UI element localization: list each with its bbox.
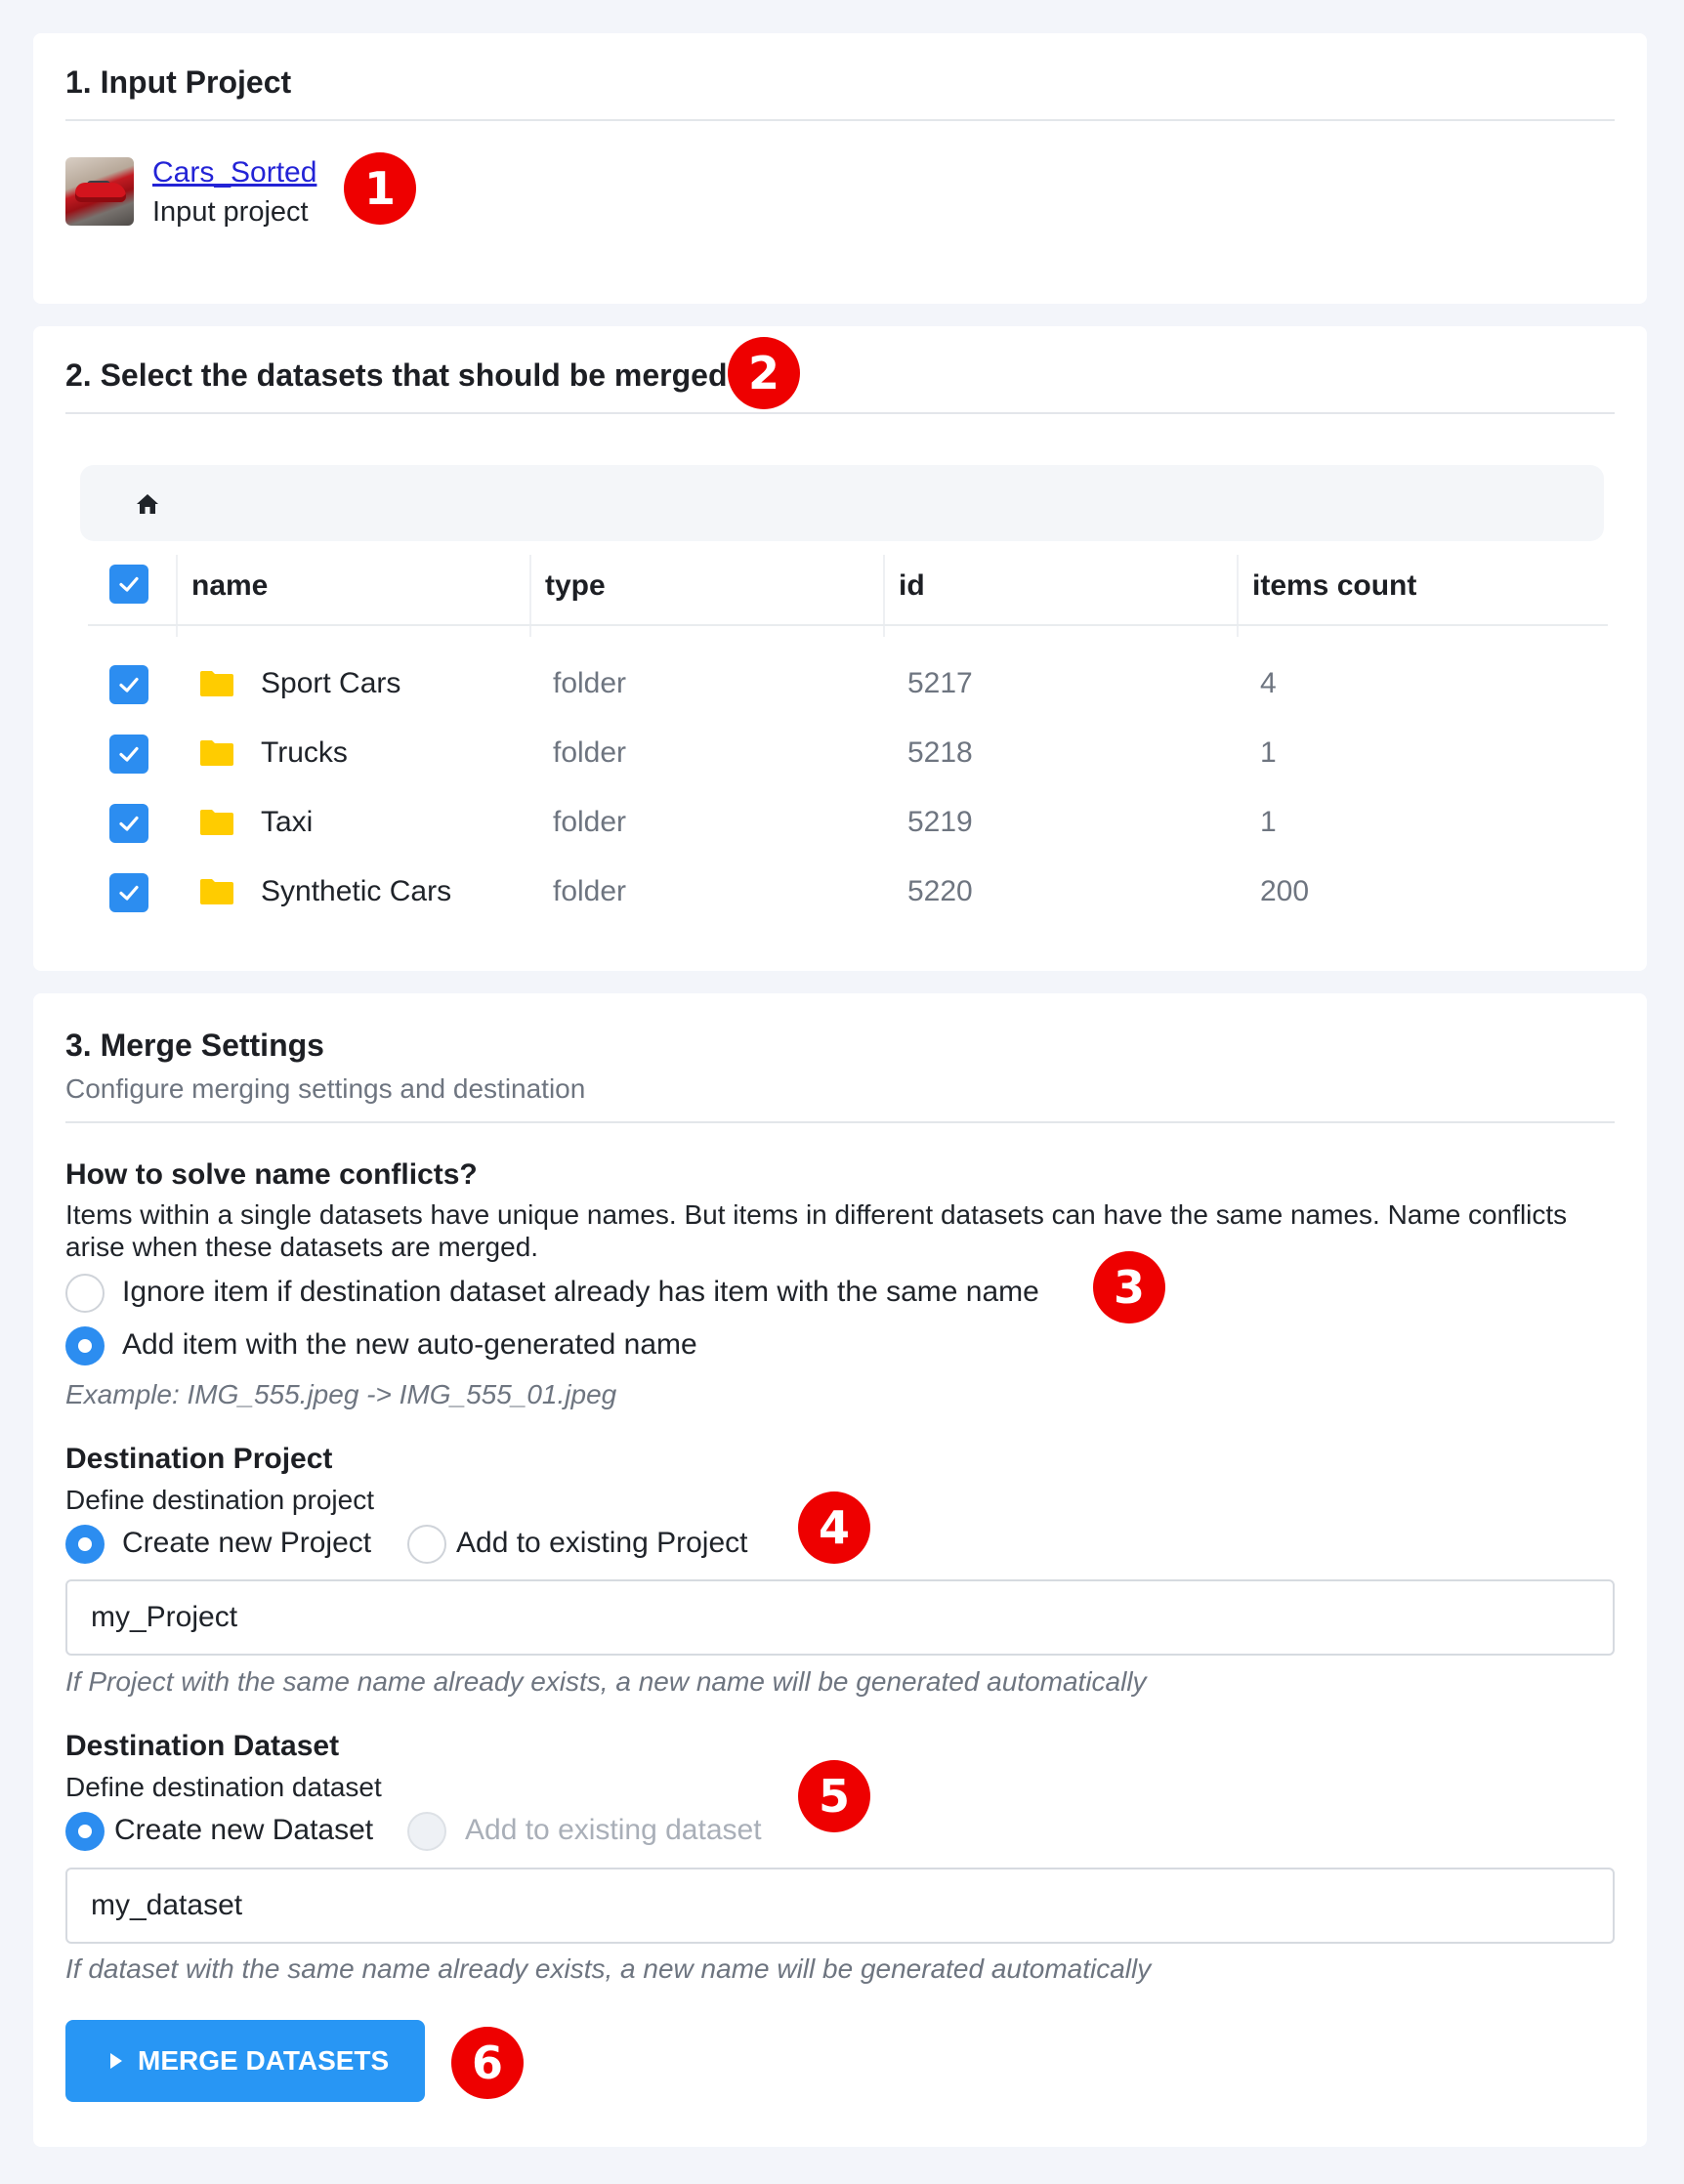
checkmark-icon — [119, 885, 139, 901]
dest-dataset-description: Define destination dataset — [65, 1772, 382, 1802]
play-icon — [110, 2053, 122, 2069]
breadcrumb-bar — [80, 465, 1604, 541]
row-checkbox[interactable] — [109, 804, 148, 843]
step-badge-5: 5 — [798, 1760, 870, 1832]
merge-datasets-label: MERGE DATASETS — [138, 2045, 390, 2076]
checkmark-icon — [119, 677, 139, 693]
row-checkbox[interactable] — [109, 735, 148, 774]
step-badge-6: 6 — [451, 2027, 524, 2099]
create-new-project-label[interactable]: Create new Project — [122, 1527, 371, 1560]
dataset-name[interactable]: Synthetic Cars — [261, 875, 451, 908]
step-badge-3: 3 — [1093, 1251, 1165, 1323]
project-name-hint: If Project with the same name already ex… — [65, 1666, 1147, 1697]
dataset-id: 5218 — [907, 736, 973, 769]
dataset-type: folder — [553, 875, 627, 907]
add-to-existing-project-label[interactable]: Add to existing Project — [456, 1527, 748, 1560]
conflicts-heading: How to solve name conflicts? — [65, 1158, 478, 1191]
folder-icon — [200, 810, 233, 835]
dataset-items-count: 1 — [1260, 736, 1277, 769]
dataset-name-hint: If dataset with the same name already ex… — [65, 1953, 1152, 1984]
checkmark-icon — [119, 746, 139, 762]
home-icon[interactable] — [135, 492, 160, 516]
dest-project-description: Define destination project — [65, 1485, 374, 1515]
step-badge-4: 4 — [798, 1491, 870, 1564]
add-to-existing-dataset-radio — [407, 1812, 446, 1851]
dataset-type: folder — [553, 667, 627, 699]
dataset-name[interactable]: Trucks — [261, 736, 348, 770]
row-checkbox[interactable] — [109, 665, 148, 704]
step-badge-1: 1 — [344, 152, 416, 225]
column-header-items-count[interactable]: items count — [1252, 569, 1416, 603]
add-item-radio[interactable] — [65, 1326, 105, 1365]
section-1-title: 1. Input Project — [65, 64, 292, 100]
project-thumbnail — [65, 157, 134, 226]
add-to-existing-project-radio[interactable] — [407, 1525, 446, 1564]
column-header-type[interactable]: type — [545, 569, 606, 603]
divider — [65, 412, 1615, 414]
divider — [65, 1121, 1615, 1123]
project-subtitle: Input project — [152, 196, 309, 228]
select-all-checkbox[interactable] — [109, 565, 148, 604]
folder-icon — [200, 740, 233, 766]
dataset-items-count: 200 — [1260, 875, 1310, 907]
add-to-existing-dataset-label: Add to existing dataset — [465, 1814, 762, 1846]
table-header-divider — [88, 624, 1608, 626]
create-new-dataset-label[interactable]: Create new Dataset — [114, 1814, 373, 1847]
step-badge-2: 2 — [728, 337, 800, 409]
create-new-project-radio[interactable] — [65, 1525, 105, 1564]
dest-project-heading: Destination Project — [65, 1443, 333, 1475]
dataset-items-count: 1 — [1260, 806, 1277, 838]
add-item-label[interactable]: Add item with the new auto-generated nam… — [122, 1328, 697, 1362]
section-3-title: 3. Merge Settings — [65, 1028, 324, 1063]
dataset-name[interactable]: Sport Cars — [261, 667, 400, 700]
dest-dataset-heading: Destination Dataset — [65, 1730, 340, 1762]
section-2-title: 2. Select the datasets that should be me… — [65, 357, 728, 393]
merge-datasets-button[interactable]: MERGE DATASETS — [65, 2020, 425, 2102]
checkmark-icon — [119, 816, 139, 831]
input-project-card: 1. Input Project Cars_Sorted Input proje… — [33, 33, 1647, 304]
dataset-id: 5217 — [907, 667, 973, 699]
divider — [65, 119, 1615, 121]
dataset-id: 5219 — [907, 806, 973, 838]
row-checkbox[interactable] — [109, 873, 148, 912]
project-name-input[interactable]: my_Project — [65, 1579, 1615, 1656]
naming-example: Example: IMG_555.jpeg -> IMG_555_01.jpeg — [65, 1379, 617, 1409]
dataset-name[interactable]: Taxi — [261, 806, 313, 839]
folder-icon — [200, 879, 233, 904]
project-link[interactable]: Cars_Sorted — [152, 156, 316, 189]
column-header-name[interactable]: name — [191, 569, 268, 603]
dataset-selection-card: 2. Select the datasets that should be me… — [33, 326, 1647, 971]
merge-settings-card: 3. Merge Settings Configure merging sett… — [33, 993, 1647, 2147]
checkmark-icon — [119, 576, 139, 592]
dataset-id: 5220 — [907, 875, 973, 907]
dataset-items-count: 4 — [1260, 667, 1277, 699]
dataset-type: folder — [553, 806, 627, 838]
ignore-item-radio[interactable] — [65, 1274, 105, 1313]
column-header-id[interactable]: id — [899, 569, 925, 603]
ignore-item-label[interactable]: Ignore item if destination dataset alrea… — [122, 1276, 1039, 1309]
dataset-name-input[interactable]: my_dataset — [65, 1868, 1615, 1944]
dataset-type: folder — [553, 736, 627, 769]
section-3-subtitle: Configure merging settings and destinati… — [65, 1073, 586, 1104]
create-new-dataset-radio[interactable] — [65, 1812, 105, 1851]
conflicts-description: Items within a single datasets have uniq… — [65, 1199, 1568, 1262]
folder-icon — [200, 671, 233, 696]
